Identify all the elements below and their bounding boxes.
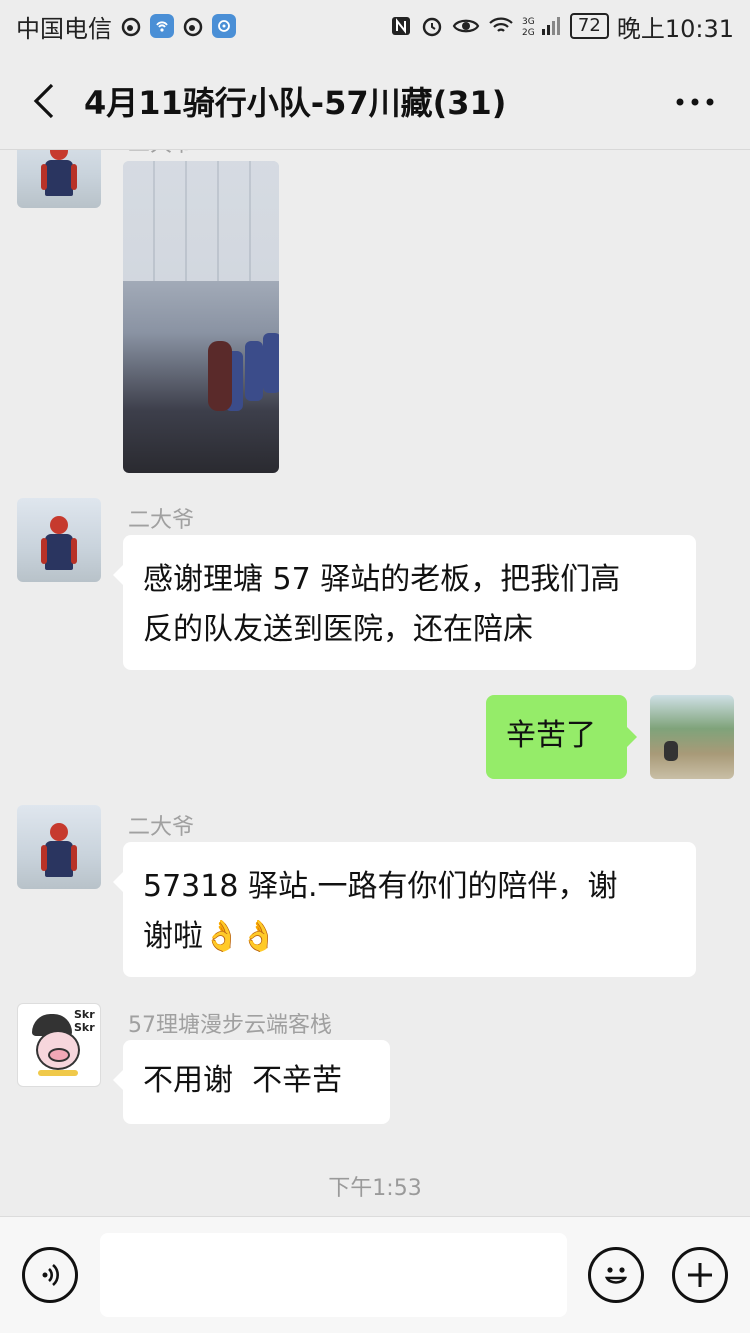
svg-text:2G: 2G [522,28,535,37]
svg-text:3G: 3G [522,17,535,27]
message-bubble[interactable]: 57318 驿站.一路有你们的陪伴，谢 谢啦👌👌 [113,842,696,977]
message-line: 辛苦了 [506,718,596,753]
weibo-icon [120,15,142,37]
message-bubble-own[interactable]: 辛苦了 [486,695,637,779]
sender-name: 二大爷 [128,815,195,840]
sender-name: 二大爷 [128,150,194,158]
more-dots-icon [676,98,714,106]
app-icon [212,14,236,38]
wifi-icon [488,16,514,36]
message-input[interactable] [100,1233,567,1317]
message-bubble[interactable]: 不用谢 不辛苦 [113,1040,390,1124]
status-bar: 中国电信 3G 2G 72 晚上10:31 [0,0,750,52]
chat-title: 4月11骑行小队-57川藏(31) [84,83,507,122]
status-time: 晚上10:31 [616,14,734,43]
voice-icon [42,1264,59,1286]
status-right: 3G 2G 72 晚上10:31 [390,9,734,44]
message-line: 感谢理塘 57 驿站的老板，把我们高 [143,562,621,597]
eye-icon [452,16,480,36]
plus-icon [688,1263,712,1287]
input-bar [0,1216,750,1333]
plus-button[interactable] [672,1247,728,1303]
lake-avatar[interactable] [650,695,734,779]
message-line: 反的队友送到医院，还在陪床 [143,612,533,647]
ok-hand-emoji: 👌👌 [203,919,278,954]
chat-area[interactable]: 二大爷 二大爷 感谢理塘 57 驿站的老板，把我们高 反的队友送到医院，还在陪床… [0,150,750,1216]
message-text: 谢啦 [143,919,203,954]
message-line: 57318 驿站.一路有你们的陪伴，谢 [143,869,618,904]
message-line-2: 谢啦👌👌 [143,912,676,962]
alarm-icon [420,14,444,38]
message-line: 不用谢 不辛苦 [143,1063,343,1098]
rider-avatar[interactable] [17,805,101,889]
carrier-label: 中国电信 [16,14,112,43]
chevron-left-icon [33,83,54,118]
emoji-button[interactable] [588,1247,644,1303]
more-button[interactable] [670,82,720,122]
sender-name: 二大爷 [128,508,195,533]
battery-indicator: 72 [569,13,609,39]
back-button[interactable] [14,71,74,131]
sender-name: 57理塘漫步云端客栈 [128,1013,332,1038]
chat-image[interactable] [123,161,279,473]
timestamp: 下午1:53 [328,1176,422,1201]
message-bubble[interactable]: 感谢理塘 57 驿站的老板，把我们高 反的队友送到医院，还在陪床 [113,535,696,670]
chat-header: 4月11骑行小队-57川藏(31) [0,52,750,150]
emoji-icon [604,1267,628,1284]
status-left: 中国电信 [16,9,236,44]
avatar-sticker-text: Skr Skr [74,1008,95,1034]
rider-avatar[interactable] [17,498,101,582]
nfc-icon [390,15,412,37]
weibo-icon [182,15,204,37]
signal-icon: 3G 2G [522,15,562,37]
rider-avatar[interactable] [17,150,101,208]
pig-avatar[interactable]: Skr Skr [17,1003,101,1087]
voice-button[interactable] [22,1247,78,1303]
wifi-hotspot-icon [150,14,174,38]
